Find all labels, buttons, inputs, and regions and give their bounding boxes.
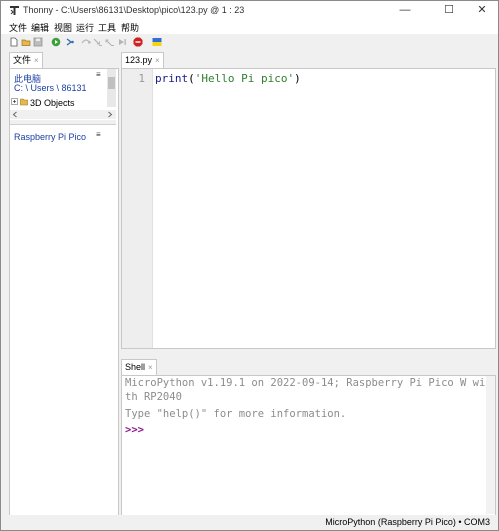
menu-file[interactable]: 文件 — [9, 21, 27, 34]
close-icon: ✕ — [477, 4, 487, 16]
shell-banner-line2: th RP2040 — [125, 391, 182, 403]
title-bar: Thonny - C:\Users\86131\Desktop\pico\123… — [1, 1, 498, 20]
new-file-icon[interactable] — [9, 37, 19, 47]
thonny-logo-icon — [9, 5, 20, 16]
menu-run[interactable]: 运行 — [76, 21, 94, 34]
code-close-paren: ) — [294, 72, 301, 85]
code-line[interactable]: print('Hello Pi pico') — [155, 72, 301, 85]
horizontal-scrollbar[interactable] — [10, 110, 116, 119]
status-bar: MicroPython (Raspberry Pi Pico) • COM3 — [1, 515, 498, 530]
tab-editor-label: 123.py — [125, 55, 153, 65]
close-window-button[interactable]: ✕ — [466, 1, 498, 20]
menu-edit[interactable]: 编辑 — [31, 21, 49, 34]
tab-files[interactable]: 文件 × — [9, 52, 43, 68]
scroll-right-icon[interactable] — [107, 111, 113, 118]
resume-icon[interactable] — [117, 37, 127, 47]
close-tab-icon[interactable]: × — [34, 56, 39, 65]
local-files-menu-icon[interactable]: ≡ — [96, 70, 101, 79]
files-box: 此电脑 ≡ C: \ Users \ 86131 3D Objects Rasp… — [9, 68, 119, 517]
path-breadcrumb[interactable]: C: \ Users \ 86131 — [14, 83, 87, 93]
folder-icon — [20, 98, 28, 106]
save-icon[interactable] — [33, 37, 43, 47]
tree-item-3d-objects[interactable]: 3D Objects — [30, 98, 75, 108]
step-into-icon[interactable] — [93, 37, 103, 47]
shell-scrollbar[interactable] — [486, 376, 495, 514]
tab-123-py[interactable]: 123.py × — [121, 52, 164, 68]
debug-icon[interactable] — [65, 37, 75, 47]
interpreter-selector[interactable]: MicroPython (Raspberry Pi Pico) • COM3 — [325, 517, 490, 527]
tab-shell[interactable]: Shell × — [121, 359, 157, 375]
close-tab-icon[interactable]: × — [148, 363, 153, 372]
shell-banner-line1: MicroPython v1.19.1 on 2022-09-14; Raspb… — [125, 377, 486, 389]
menu-bar: 文件 编辑 视图 运行 工具 帮助 — [1, 20, 498, 34]
scroll-left-icon[interactable] — [12, 111, 18, 118]
editor-area: 123.py × 1 print('Hello Pi pico') — [121, 52, 496, 349]
stop-icon[interactable] — [133, 37, 143, 47]
open-file-icon[interactable] — [21, 37, 31, 47]
menu-view[interactable]: 视图 — [54, 21, 72, 34]
menu-help[interactable]: 帮助 — [121, 21, 139, 34]
local-files-section: 此电脑 ≡ C: \ Users \ 86131 3D Objects — [10, 69, 116, 109]
maximize-button[interactable]: ☐ — [433, 1, 465, 20]
shell-help-line: Type "help()" for more information. — [125, 408, 347, 420]
support-ukraine-icon[interactable] — [152, 37, 162, 47]
step-out-icon[interactable] — [105, 37, 115, 47]
code-func: print — [155, 72, 189, 85]
scrollbar[interactable] — [107, 69, 116, 107]
expand-icon[interactable] — [11, 98, 18, 105]
toolbar — [1, 34, 498, 50]
menu-tools[interactable]: 工具 — [98, 21, 116, 34]
minimize-icon: — — [399, 4, 411, 16]
close-tab-icon[interactable]: × — [155, 56, 160, 65]
device-files-menu-icon[interactable]: ≡ — [96, 130, 101, 139]
shell-prompt[interactable]: >>> — [125, 424, 144, 436]
code-editor[interactable]: 1 print('Hello Pi pico') — [121, 68, 496, 349]
shell-area: Shell × MicroPython v1.19.1 on 2022-09-14… — [121, 359, 496, 517]
maximize-icon: ☐ — [444, 4, 454, 16]
code-open-paren: ( — [188, 72, 195, 85]
device-label[interactable]: Raspberry Pi Pico — [14, 132, 86, 142]
section-divider — [10, 120, 116, 125]
shell-console[interactable]: MicroPython v1.19.1 on 2022-09-14; Raspb… — [121, 375, 496, 517]
line-number: 1 — [138, 72, 145, 85]
step-over-icon[interactable] — [81, 37, 91, 47]
line-number-gutter: 1 — [122, 69, 153, 348]
tab-files-label: 文件 — [13, 55, 32, 65]
run-icon[interactable] — [51, 37, 61, 47]
files-panel: 文件 × 此电脑 ≡ C: \ Users \ 86131 3D Objects … — [9, 52, 119, 517]
code-string: 'Hello Pi pico' — [194, 72, 295, 85]
thonny-window: Thonny - C:\Users\86131\Desktop\pico\123… — [0, 0, 499, 531]
window-title: Thonny - C:\Users\86131\Desktop\pico\123… — [23, 5, 245, 15]
scrollbar-thumb[interactable] — [108, 77, 115, 89]
minimize-button[interactable]: — — [389, 1, 421, 20]
tab-shell-label: Shell — [125, 362, 146, 372]
